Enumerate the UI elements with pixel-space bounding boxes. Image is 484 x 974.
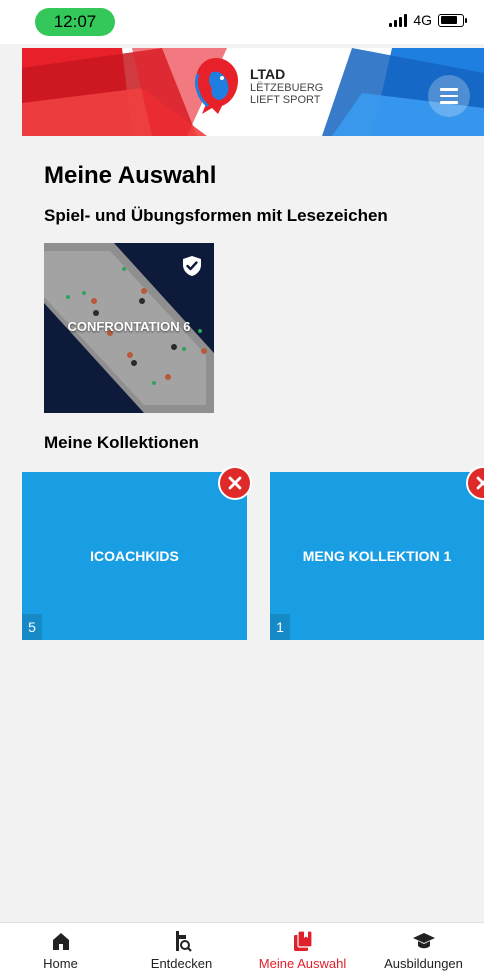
bookmark-card[interactable]: CONFRONTATION 6 xyxy=(44,243,214,413)
nav-item-entdecken[interactable]: Entdecken xyxy=(121,923,242,974)
main-content: Meine Auswahl Spiel- und Übungsformen mi… xyxy=(22,136,484,922)
nav-item-meine-auswahl[interactable]: Meine Auswahl xyxy=(242,923,363,974)
logo-title: LTAD xyxy=(250,66,286,82)
bookmarks-heading: Spiel- und Übungsformen mit Lesezeichen xyxy=(44,206,388,225)
logo-text: LTAD LËTZEBUERG LIEFT SPORT xyxy=(250,66,323,106)
collection-count: 1 xyxy=(270,614,290,640)
home-icon xyxy=(52,933,69,950)
status-time: 12:07 xyxy=(35,8,115,36)
collection-card-icoachkids[interactable]: ICOACHKIDS 5 xyxy=(22,472,247,640)
graduation-cap-icon xyxy=(412,933,435,949)
logo-line-2: LËTZEBUERG xyxy=(250,82,324,94)
ltad-logo[interactable]: LTAD LËTZEBUERG LIEFT SPORT xyxy=(188,54,323,118)
hamburger-menu-icon xyxy=(440,88,458,91)
shield-check-icon xyxy=(183,256,201,276)
collection-title: MENG KOLLEKTION 1 xyxy=(302,548,452,564)
status-bar: 12:07 4G xyxy=(0,0,484,44)
discover-icon xyxy=(175,931,192,952)
nav-item-home[interactable]: Home xyxy=(0,923,121,974)
collection-title: ICOACHKIDS xyxy=(90,548,179,564)
remove-collection-button[interactable] xyxy=(218,466,252,500)
logo-line-3: LIEFT SPORT xyxy=(250,94,321,106)
menu-button[interactable] xyxy=(428,75,470,117)
status-indicators: 4G xyxy=(389,12,467,28)
nav-item-ausbildungen[interactable]: Ausbildungen xyxy=(363,923,484,974)
nav-label: Meine Auswahl xyxy=(258,956,347,971)
close-icon xyxy=(476,476,484,490)
close-icon xyxy=(228,476,242,490)
network-type: 4G xyxy=(413,12,432,28)
bottom-navigation: Home Entdecken Meine Auswahl Ausbildunge… xyxy=(0,922,484,974)
collection-card-meng-kollektion[interactable]: MENG KOLLEKTION 1 1 xyxy=(270,472,484,640)
collection-count: 5 xyxy=(22,614,42,640)
lion-logo-icon xyxy=(194,58,238,114)
nav-label: Entdecken xyxy=(150,956,213,971)
page-title: Meine Auswahl xyxy=(44,162,217,189)
collections-heading: Meine Kollektionen xyxy=(44,433,199,452)
bookmark-icon xyxy=(293,930,313,951)
nav-label: Ausbildungen xyxy=(384,956,463,971)
signal-icon xyxy=(389,13,408,27)
app-header: LTAD LËTZEBUERG LIEFT SPORT xyxy=(22,48,484,136)
card-title: CONFRONTATION 6 xyxy=(67,319,191,334)
battery-icon xyxy=(438,13,467,27)
nav-label: Home xyxy=(43,956,78,971)
